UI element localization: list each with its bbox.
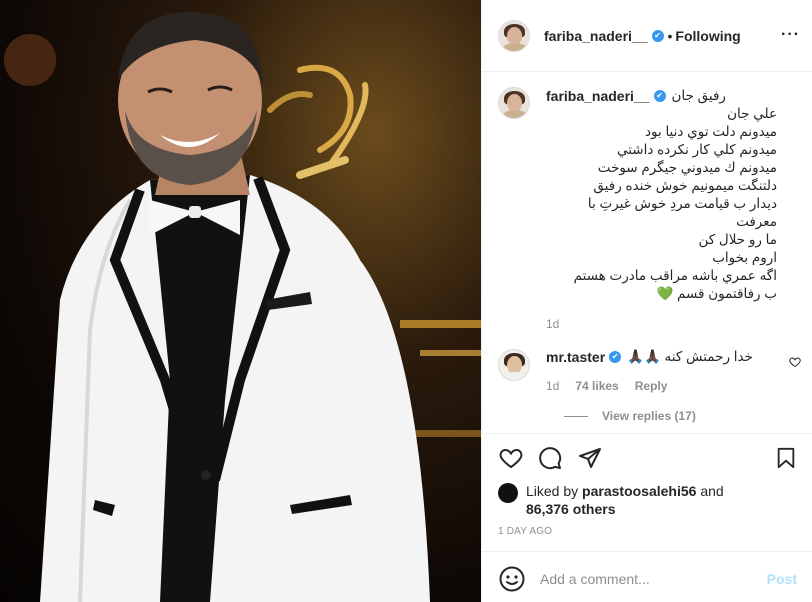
add-comment-bar: Post bbox=[482, 551, 812, 602]
likes-text: Liked by parastoosalehi56 and 86,376 oth… bbox=[526, 482, 724, 518]
verified-badge-icon: ✔ bbox=[609, 351, 622, 363]
bookmark-icon[interactable] bbox=[757, 438, 797, 478]
caption-first-line: fariba_naderi__ ✔ رفيق جان bbox=[546, 87, 797, 105]
add-comment-input[interactable] bbox=[540, 570, 767, 587]
post-photo-illustration bbox=[4, 11, 481, 602]
caption-text-line: ميدونم دلت توي دنيا بود bbox=[644, 124, 777, 139]
likes-summary: Liked by parastoosalehi56 and 86,376 oth… bbox=[482, 482, 812, 518]
verified-badge-icon: ✔ bbox=[651, 29, 664, 42]
caption-text-line: اروم بخواب bbox=[712, 250, 777, 265]
caption-username[interactable]: fariba_naderi__ bbox=[546, 88, 650, 104]
comment-first-line: mr.taster ✔ خدا رحمتش كنه 🙏🏿🙏🏿 bbox=[546, 349, 785, 365]
following-button[interactable]: Following bbox=[675, 28, 740, 44]
caption-timestamp[interactable]: 1d bbox=[546, 317, 797, 331]
avatar-body-shape bbox=[502, 42, 528, 51]
post-comment-button[interactable]: Post bbox=[767, 571, 797, 587]
heart-icon[interactable] bbox=[498, 438, 538, 478]
avatar-body-shape bbox=[502, 372, 528, 380]
liker-avatar[interactable] bbox=[498, 483, 518, 503]
caption-text-line: ميدونم ك ميدوني جيگرم سوخت bbox=[597, 160, 777, 175]
more-horizontal-icon[interactable]: ··· bbox=[781, 26, 800, 44]
caption-author-avatar[interactable] bbox=[498, 87, 530, 119]
commenter-username[interactable]: mr.taster bbox=[546, 349, 605, 365]
caption-text-line: ديدار ب قيامت مردِ خوش غيرتِ با معرفت bbox=[587, 196, 777, 229]
caption: fariba_naderi__ ✔ رفيق جان علي جان ميدون… bbox=[498, 73, 797, 331]
comment-icon[interactable] bbox=[538, 438, 578, 478]
view-replies-line bbox=[564, 415, 588, 417]
verified-badge-icon: ✔ bbox=[653, 90, 666, 102]
comment-likes-count[interactable]: 74 likes bbox=[575, 379, 618, 393]
comment-item: mr.taster ✔ خدا رحمتش كنه 🙏🏿🙏🏿 1d 74 lik… bbox=[498, 349, 801, 393]
caption-text-line: ما رو حلال كن bbox=[698, 232, 777, 247]
commenter-avatar[interactable] bbox=[498, 349, 530, 381]
liker-username[interactable]: parastoosalehi56 bbox=[582, 483, 696, 499]
likes-others-count[interactable]: 86,376 others bbox=[526, 501, 616, 517]
comment-like-heart-icon[interactable] bbox=[789, 355, 801, 399]
view-replies-label: View replies (17) bbox=[602, 409, 696, 423]
share-icon[interactable] bbox=[578, 438, 618, 478]
caption-text-line: دلتنگت ميمونيم خوش خنده رفيق bbox=[593, 178, 777, 193]
caption-text-line: اگه عمري باشه مراقب مادرت هستم bbox=[573, 268, 777, 283]
comment-body: mr.taster ✔ خدا رحمتش كنه 🙏🏿🙏🏿 1d 74 lik… bbox=[546, 349, 785, 393]
post-header: fariba_naderi__ ✔ • Following ··· bbox=[482, 0, 812, 72]
post-side-panel: fariba_naderi__ ✔ • Following ··· fariba… bbox=[481, 0, 812, 602]
reply-button[interactable]: Reply bbox=[635, 379, 668, 393]
caption-text-line: ب رفاقتمون قسم 💚 bbox=[656, 286, 777, 301]
author-avatar[interactable] bbox=[498, 19, 530, 52]
smiley-icon[interactable] bbox=[498, 565, 526, 593]
avatar-face-shape bbox=[507, 26, 522, 45]
likes-and: and bbox=[700, 483, 724, 499]
author-username[interactable]: fariba_naderi__ bbox=[544, 28, 648, 44]
comments-section: fariba_naderi__ ✔ رفيق جان علي جان ميدون… bbox=[482, 73, 812, 433]
caption-text-line: رفيق جان bbox=[671, 88, 726, 103]
post-timestamp[interactable]: 1 DAY AGO bbox=[482, 526, 812, 537]
comment-text: خدا رحمتش كنه 🙏🏿🙏🏿 bbox=[627, 349, 753, 364]
comment-meta: 1d 74 likes Reply bbox=[546, 379, 785, 393]
post-photo[interactable] bbox=[0, 0, 481, 602]
caption-text-line: ميدونم كلي كار نكرده داشتي bbox=[616, 142, 777, 157]
post-footer: Liked by parastoosalehi56 and 86,376 oth… bbox=[482, 433, 812, 591]
avatar-body-shape bbox=[502, 110, 528, 118]
likes-prefix: Liked by bbox=[526, 483, 579, 499]
caption-lines: علي جان ميدونم دلت توي دنيا بود ميدونم ك… bbox=[546, 105, 797, 303]
caption-body: fariba_naderi__ ✔ رفيق جان علي جان ميدون… bbox=[546, 87, 797, 331]
comment-timestamp[interactable]: 1d bbox=[546, 379, 559, 393]
caption-text-line: علي جان bbox=[727, 106, 777, 121]
view-replies-button[interactable]: View replies (17) bbox=[564, 409, 797, 423]
header-separator: • bbox=[667, 27, 673, 44]
action-bar bbox=[482, 434, 812, 482]
